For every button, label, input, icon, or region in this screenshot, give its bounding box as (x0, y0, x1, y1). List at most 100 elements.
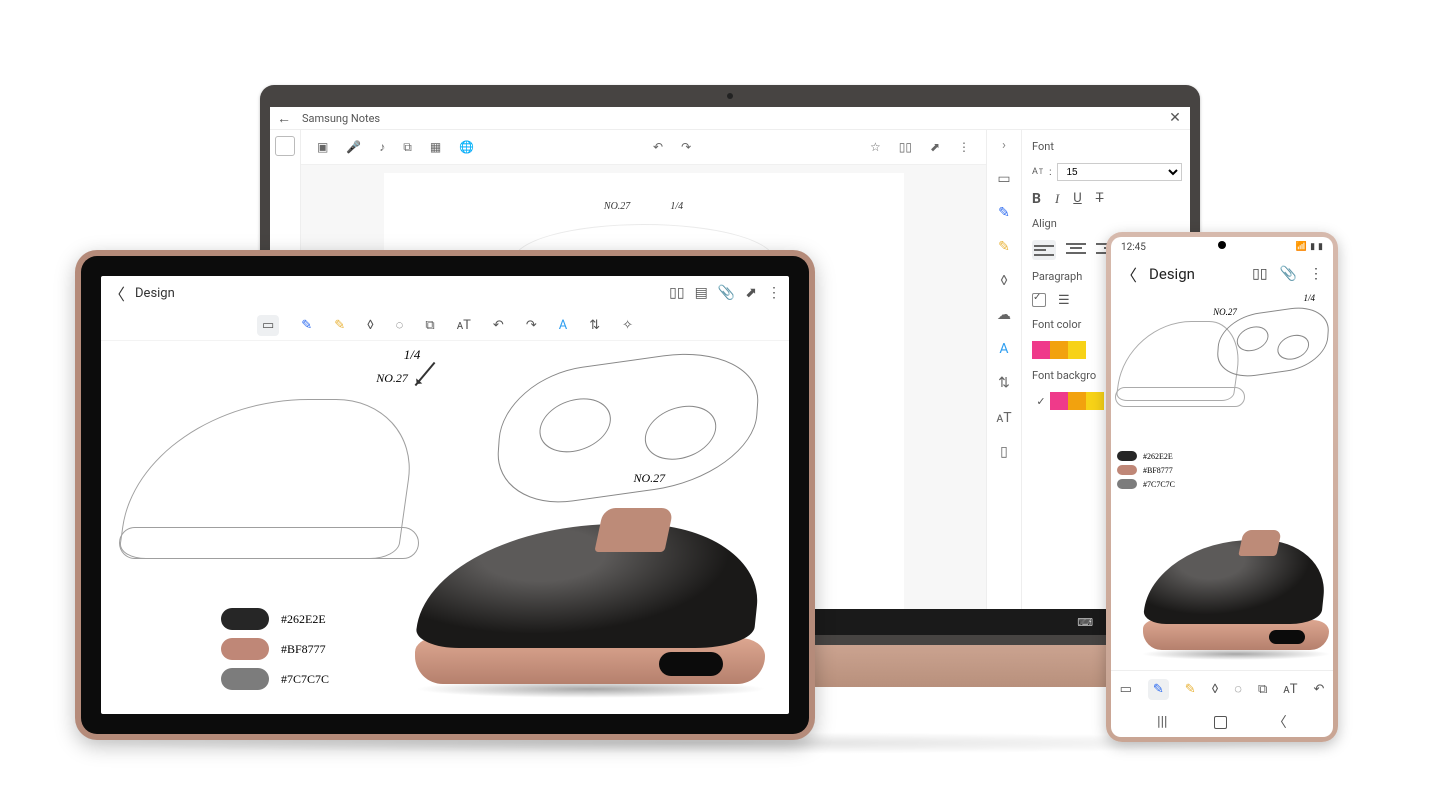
color-swatch[interactable] (1050, 341, 1068, 359)
font-style-icon[interactable]: A (999, 341, 1008, 357)
close-icon[interactable]: ✕ (1160, 110, 1190, 126)
reading-mode-icon[interactable]: ▯▯ (899, 140, 912, 154)
color-swatch[interactable] (1032, 341, 1050, 359)
reading-mode-icon[interactable]: ▯▯ (669, 285, 684, 301)
color-hex-label: #7C7C7C (1143, 480, 1175, 489)
text-mode-icon[interactable]: ▭ (997, 171, 1010, 187)
swatch-row: #262E2E (221, 608, 329, 630)
taskbar-keyboard-icon[interactable]: ⌨ (1077, 616, 1093, 629)
pen-icon[interactable]: ✎ (301, 318, 312, 333)
image-icon[interactable]: ▣ (317, 140, 328, 154)
font-style-icon[interactable]: A (559, 318, 567, 333)
text-convert-icon[interactable]: ᴀT (1283, 681, 1297, 697)
font-size-label-icon: AT (1032, 167, 1043, 177)
tablet-canvas[interactable]: 1/4 NO.27 NO.27 #262E2E #BF8777 #7 (101, 341, 789, 714)
signal-icon: ▮ (1310, 242, 1315, 252)
more-icon[interactable]: ⋮ (767, 285, 781, 301)
attach-icon[interactable]: 📎 (718, 285, 735, 301)
no-bg-swatch[interactable]: ✓ (1032, 392, 1050, 410)
back-icon[interactable]: 〈 (1121, 262, 1137, 286)
android-navbar: ||| 〈 (1111, 707, 1333, 737)
cloud-icon[interactable]: ☁ (997, 307, 1011, 323)
page-thumbnails-icon[interactable] (275, 136, 295, 156)
recents-button[interactable]: ||| (1157, 714, 1167, 730)
line-spacing-icon[interactable]: ⇅ (998, 375, 1010, 391)
undo-icon[interactable]: ↶ (1314, 682, 1325, 697)
bg-swatch[interactable] (1068, 392, 1086, 410)
color-blob (1117, 479, 1137, 489)
align-center-button[interactable] (1066, 240, 1086, 256)
text-mode-icon[interactable]: ▭ (257, 315, 279, 336)
redo-icon[interactable]: ↷ (526, 318, 537, 333)
eraser-icon[interactable]: ◊ (1000, 273, 1007, 289)
star-icon[interactable]: ☆ (870, 140, 881, 154)
pen-icon[interactable]: ✎ (998, 205, 1010, 221)
bold-button[interactable]: B (1032, 191, 1041, 207)
font-size-select[interactable]: 15 (1057, 163, 1182, 181)
bullet-list-button[interactable] (1058, 293, 1070, 308)
lasso-icon[interactable]: ◌ (396, 317, 404, 333)
highlighter-icon[interactable]: ✎ (998, 239, 1010, 255)
color-blob (221, 638, 269, 660)
note-title: Design (1149, 265, 1195, 283)
highlighter-icon[interactable]: ✎ (334, 318, 345, 333)
canvas-fraction: 1/4 (404, 347, 421, 363)
magic-icon[interactable]: ✧ (622, 318, 633, 333)
font-panel-header: Font (1032, 140, 1182, 153)
color-swatch[interactable] (1068, 341, 1086, 359)
chevron-right-icon[interactable]: › (1002, 138, 1006, 153)
eraser-icon[interactable]: ◊ (367, 318, 374, 333)
attach-icon[interactable]: 📎 (1280, 266, 1297, 282)
back-button[interactable]: 〈 (1273, 712, 1287, 732)
phone-screen: 12:45 📶 ▮ ▮ 〈 Design ▯▯ 📎 ⋮ 1/4 NO.27 (1111, 237, 1333, 737)
checklist-button[interactable] (1032, 293, 1046, 307)
redo-icon[interactable]: ↷ (681, 140, 691, 154)
phone-camera-icon (1218, 241, 1226, 249)
color-blob (221, 668, 269, 690)
tool-rail: › ▭ ✎ ✎ ◊ ☁ A ⇅ ᴀT ▯ (986, 130, 1021, 635)
text-convert-icon[interactable]: ᴀT (457, 317, 471, 333)
document-icon[interactable]: ▯ (1000, 444, 1008, 460)
shoe-side-sketch (119, 379, 419, 579)
share-icon[interactable]: ⬈ (930, 140, 940, 154)
battery-icon: ▮ (1318, 242, 1323, 252)
more-icon[interactable]: ⋮ (958, 140, 970, 154)
reading-mode-icon[interactable]: ▯▯ (1252, 266, 1267, 282)
pen-icon[interactable]: ✎ (1148, 679, 1169, 700)
mic-icon[interactable]: 🎤 (346, 140, 361, 154)
align-left-button[interactable] (1032, 240, 1056, 260)
highlighter-icon[interactable]: ✎ (1185, 682, 1196, 697)
font-size-colon: : (1049, 167, 1051, 178)
line-spacing-icon[interactable]: ⇅ (589, 318, 600, 333)
tablet-device: 〈 Design ▯▯ ▤ 📎 ⬈ ⋮ ▭ ✎ ✎ ◊ ◌ ⧉ ᴀT ↶ ↷ A… (75, 250, 815, 740)
template-icon[interactable]: ▦ (430, 140, 441, 154)
back-icon[interactable]: ← (270, 110, 298, 127)
canvas-fraction: 1/4 (1303, 293, 1315, 303)
undo-icon[interactable]: ↶ (493, 318, 504, 333)
text-mode-icon[interactable]: ▭ (1120, 682, 1132, 697)
underline-button[interactable]: U (1073, 191, 1081, 207)
lasso-icon[interactable]: ◌ (1234, 681, 1242, 697)
home-button[interactable] (1214, 716, 1227, 729)
eraser-icon[interactable]: ◊ (1212, 682, 1219, 697)
bg-swatch[interactable] (1086, 392, 1104, 410)
italic-button[interactable]: I (1055, 191, 1059, 207)
ruler-icon[interactable]: ⧉ (425, 318, 434, 333)
color-swatch-list: #262E2E #BF8777 #7C7C7C (1117, 451, 1175, 489)
tablet-topbar: 〈 Design ▯▯ ▤ 📎 ⬈ ⋮ (101, 276, 789, 310)
insert-box-icon[interactable]: ⧉ (403, 140, 412, 155)
swatch-row: #BF8777 (1117, 465, 1175, 475)
page-icon[interactable]: ▤ (695, 285, 708, 301)
text-height-icon[interactable]: ᴀT (996, 409, 1011, 426)
strikethrough-button[interactable]: T (1096, 191, 1104, 207)
phone-canvas[interactable]: 1/4 NO.27 #262E2E #BF8777 #7C7C7C (1111, 291, 1333, 670)
ruler-icon[interactable]: ⧉ (1258, 682, 1267, 697)
share-icon[interactable]: ⬈ (745, 285, 757, 301)
shoe-render (407, 498, 777, 708)
bg-swatch[interactable] (1050, 392, 1068, 410)
undo-icon[interactable]: ↶ (653, 140, 663, 154)
back-icon[interactable]: 〈 (109, 281, 125, 305)
more-icon[interactable]: ⋮ (1309, 266, 1323, 282)
music-icon[interactable]: ♪ (379, 140, 385, 154)
globe-icon[interactable]: 🌐 (459, 140, 474, 154)
